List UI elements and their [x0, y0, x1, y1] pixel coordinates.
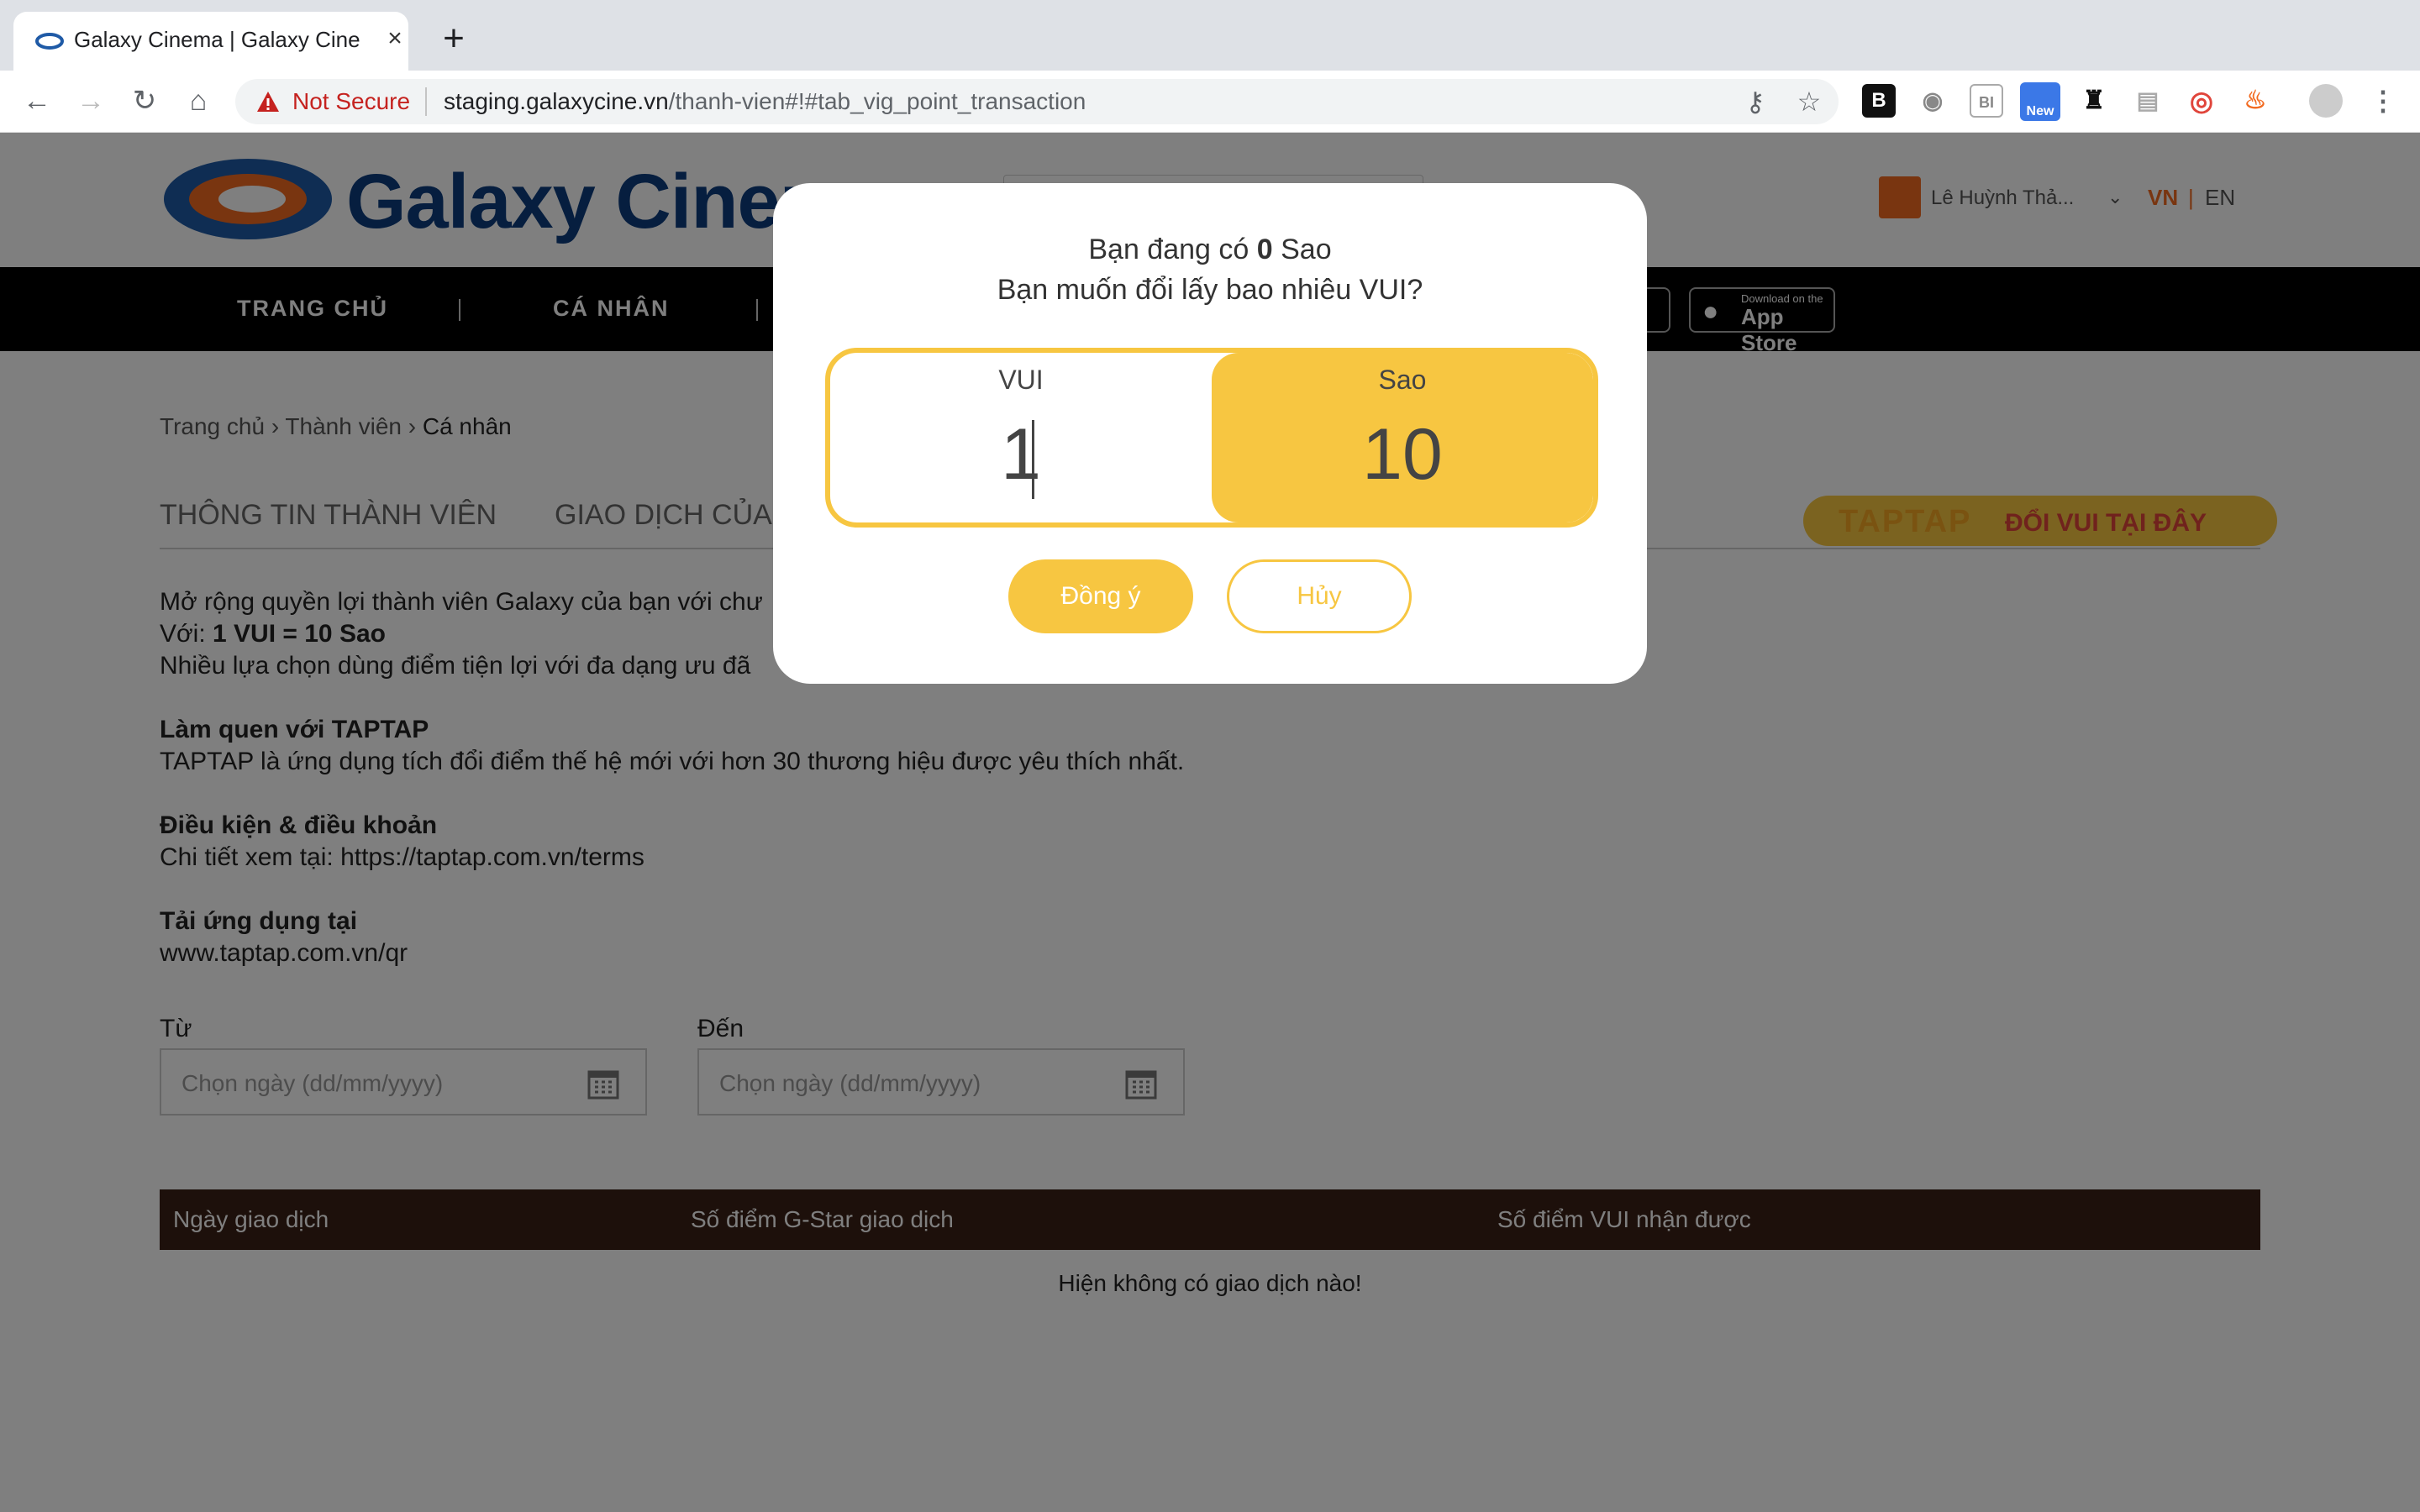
menu-dots-icon[interactable]: ⋮	[2366, 84, 2400, 118]
omnibox-separator	[425, 87, 427, 116]
exchange-question: Bạn muốn đổi lấy bao nhiêu VUI?	[997, 274, 1423, 306]
extension-bi-icon[interactable]: BI	[1970, 84, 2003, 118]
camera-icon[interactable]: ◉	[1916, 84, 1949, 118]
sao-panel: Sao 10	[1212, 353, 1593, 522]
new-tab-icon[interactable]: +	[435, 20, 472, 59]
warning-icon	[257, 92, 279, 112]
confirm-button[interactable]: Đồng ý	[1008, 559, 1193, 633]
vui-input-panel[interactable]: VUI 1	[830, 353, 1212, 522]
key-icon[interactable]: ⚷	[1739, 86, 1771, 118]
not-secure-label: Not Secure	[292, 88, 411, 114]
tab-title: Galaxy Cinema | Galaxy Cinema	[74, 27, 360, 52]
fire-icon[interactable]: ♨	[2238, 84, 2272, 118]
forward-icon[interactable]: →	[72, 82, 109, 119]
url-path: /thanh-vien#!#tab_vig_point_transaction	[668, 88, 1086, 114]
extension-new-icon[interactable]: New	[2020, 82, 2060, 121]
briefcase-icon[interactable]: ▤	[2131, 84, 2165, 118]
extension-b-icon[interactable]: B	[1862, 84, 1896, 118]
vui-input[interactable]: 1	[830, 413, 1212, 496]
browser-tab[interactable]: Galaxy Cinema | Galaxy Cinema ×	[13, 12, 408, 71]
balance-suffix: Sao	[1272, 234, 1332, 265]
browser-chrome: Galaxy Cinema | Galaxy Cinema × + ← → ↻ …	[0, 0, 2420, 133]
star-icon[interactable]: ☆	[1793, 86, 1825, 118]
text-caret	[1032, 420, 1034, 499]
new-badge: New	[2026, 104, 2054, 118]
swirl-icon[interactable]: ◎	[2185, 84, 2218, 118]
profile-avatar-icon[interactable]	[2309, 84, 2343, 118]
browser-toolbar: ← → ↻ ⌂ Not Secure staging.galaxycine.vn…	[0, 71, 2420, 133]
exchange-modal: Bạn đang có 0 Sao Bạn muốn đổi lấy bao n…	[773, 183, 1647, 684]
back-icon[interactable]: ←	[18, 82, 55, 119]
reload-icon[interactable]: ↻	[126, 82, 163, 119]
balance-prefix: Bạn đang có	[1088, 234, 1257, 265]
close-tab-icon[interactable]: ×	[380, 24, 410, 54]
galaxy-favicon-icon	[35, 33, 64, 50]
vui-label: VUI	[998, 365, 1044, 395]
conversion-box: VUI 1 Sao 10	[825, 348, 1598, 528]
sao-value: 10	[1362, 414, 1443, 495]
tab-strip: Galaxy Cinema | Galaxy Cinema × +	[0, 0, 2420, 71]
cancel-button[interactable]: Hủy	[1227, 559, 1412, 633]
stars-count: 0	[1256, 234, 1273, 265]
address-bar[interactable]: Not Secure staging.galaxycine.vn/thanh-v…	[235, 79, 1839, 124]
url-host: staging.galaxycine.vn	[444, 88, 669, 114]
sao-label: Sao	[1378, 365, 1427, 395]
url-text: staging.galaxycine.vn/thanh-vien#!#tab_v…	[444, 88, 1086, 115]
home-icon[interactable]: ⌂	[180, 82, 217, 119]
stars-balance-text: Bạn đang có 0 Sao	[773, 234, 1647, 266]
spy-icon[interactable]: ♜	[2077, 84, 2111, 118]
